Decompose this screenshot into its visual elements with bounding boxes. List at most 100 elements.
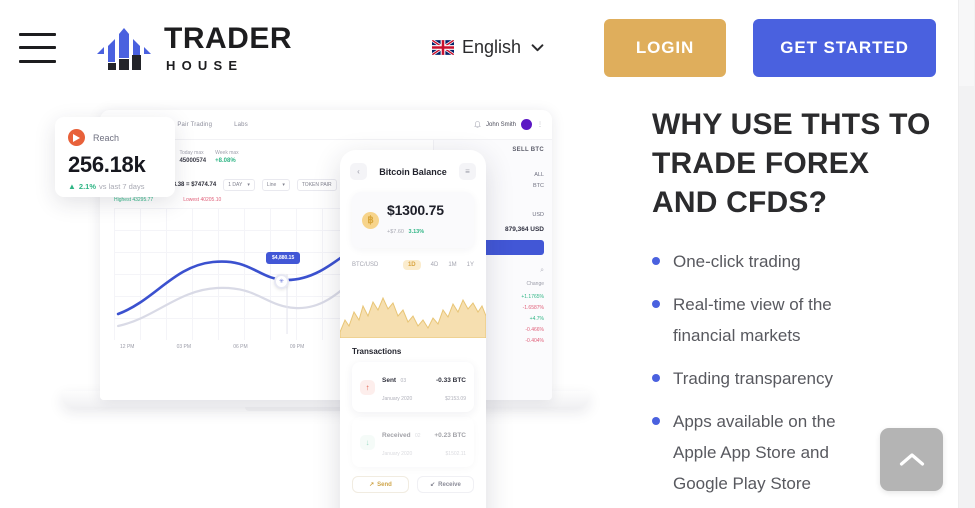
chevron-left-icon[interactable]: ‹ xyxy=(350,163,367,180)
phone-pair-label: BTC/USD xyxy=(352,262,379,268)
language-label: English xyxy=(461,37,521,57)
x-tick: 06 PM xyxy=(233,344,248,350)
send-button[interactable]: ↗ Send xyxy=(352,476,409,493)
phone-balance-card: ฿ $1300.75 +$7.60 3.13% xyxy=(352,192,474,248)
bullet-icon xyxy=(652,417,660,425)
chart-highest-label: Highest xyxy=(114,197,131,203)
transaction-fiat: $1502.11 xyxy=(445,451,466,457)
week-max-stat: Week max +8.08% xyxy=(215,150,239,167)
phone-balance-pct: 3.13% xyxy=(408,229,425,235)
cell-change: +1.1765% xyxy=(521,293,544,300)
side-tab-btc[interactable]: BTC xyxy=(533,183,544,189)
week-max-value: +8.08% xyxy=(215,158,236,165)
phone-mockup: ‹ Bitcoin Balance ≡ ฿ $1300.75 +$7.60 3.… xyxy=(340,150,486,508)
more-vertical-icon[interactable]: ⋮ xyxy=(537,121,543,128)
cell-change: -0.404% xyxy=(525,337,544,344)
phone-range-1d[interactable]: 1D xyxy=(402,260,421,270)
list-item[interactable]: ↑ Sent 03 January 2020 -0.33 BTC $2153.0… xyxy=(352,362,474,412)
dashboard-nav-item[interactable]: Labs xyxy=(234,122,248,128)
today-max-value: 45000574 xyxy=(179,158,207,165)
reach-card-header: Reach xyxy=(68,129,162,146)
x-tick: 09 PM xyxy=(289,344,305,350)
hamburger-menu-icon[interactable] xyxy=(19,32,56,63)
arrow-down-icon: ↓ xyxy=(360,434,375,450)
chevron-down-icon: ▾ xyxy=(282,182,285,188)
list-item: One-click trading xyxy=(652,246,938,277)
dashboard-user[interactable]: John Smith ⋮ xyxy=(474,119,543,130)
reach-card-value: 256.18k xyxy=(68,152,146,177)
product-visual: FIAT Pair Trading Labs John Smith ⋮ xyxy=(0,95,625,508)
hamburger-bar xyxy=(19,32,56,36)
arrow-up-icon: ↑ xyxy=(360,379,375,395)
list-item: Real-time view of the financial markets xyxy=(652,289,938,351)
chevron-down-icon: ▾ xyxy=(247,182,250,188)
page-title: WHY USE THTS TO TRADE FOREX AND CFDS? xyxy=(652,108,931,219)
side-tab-usd[interactable]: USD xyxy=(532,212,544,218)
receive-label: Receive xyxy=(438,481,461,488)
scrollbar-thumb[interactable] xyxy=(959,0,974,86)
feature-label: Apps available on the Apple App Store an… xyxy=(673,412,836,493)
page-scrollbar[interactable] xyxy=(958,0,975,508)
phone-chart-area xyxy=(340,296,486,338)
page-root: TRADER HOUSE English LOGIN GET STARTED P… xyxy=(0,0,975,508)
phone-header: ‹ Bitcoin Balance ≡ xyxy=(340,150,486,189)
get-started-button[interactable]: GET STARTED xyxy=(753,18,936,77)
chart-type-select[interactable]: Line ▾ xyxy=(261,179,290,191)
bullet-icon xyxy=(652,374,660,382)
today-max-stat: Today max 45000574 xyxy=(179,150,206,167)
list-icon[interactable]: ≡ xyxy=(459,163,476,180)
send-label: Send xyxy=(377,481,392,488)
reach-play-icon xyxy=(68,129,85,146)
hamburger-bar xyxy=(19,59,56,63)
phone-balance-delta: +$7.60 xyxy=(387,229,404,235)
phone-range-4d[interactable]: 4D xyxy=(431,262,439,268)
receive-button[interactable]: ↙ Receive xyxy=(417,476,474,493)
reach-delta-note: vs last 7 days xyxy=(99,182,145,191)
feature-label: Real-time view of the financial markets xyxy=(673,295,832,345)
chevron-up-icon xyxy=(899,453,924,466)
reach-stat-card: Reach 256.18k ▲ 2.1% vs last 7 days xyxy=(55,117,175,197)
trader-house-logo-icon xyxy=(97,27,151,70)
x-tick: 12 PM xyxy=(120,344,135,350)
side-tab-all[interactable]: ALL xyxy=(534,172,544,178)
brand-name: TRADER xyxy=(164,21,292,55)
dashboard-nav-item[interactable]: Pair Trading xyxy=(177,122,212,128)
user-avatar[interactable] xyxy=(521,119,532,130)
site-header: TRADER HOUSE English LOGIN GET STARTED xyxy=(0,0,958,95)
list-item[interactable]: ↓ Received 02 January 2020 +0.23 BTC $15… xyxy=(352,417,474,467)
chart-handle[interactable]: ✳ xyxy=(274,274,289,289)
phone-actions: ↗ Send ↙ Receive xyxy=(352,476,474,493)
col-change: Change xyxy=(526,281,544,287)
scroll-to-top-button[interactable] xyxy=(880,428,943,491)
cell-change: -0.466% xyxy=(525,326,544,333)
chart-lowest-label: Lowest xyxy=(183,197,200,203)
uk-flag-icon xyxy=(431,40,454,55)
chart-token-select[interactable]: TOKEN PAIR xyxy=(296,179,337,191)
chart-lowest-value: 40205.10 xyxy=(200,197,222,203)
phone-range-1m[interactable]: 1M xyxy=(448,262,456,268)
chart-range-select[interactable]: 1 DAY ▾ xyxy=(223,179,255,191)
x-tick: 03 PM xyxy=(176,344,192,350)
login-button[interactable]: LOGIN xyxy=(604,18,726,77)
transaction-name: Sent xyxy=(382,377,397,384)
cell-change: +4.7% xyxy=(529,315,544,322)
hamburger-bar xyxy=(19,46,56,49)
bitcoin-icon: ฿ xyxy=(362,211,379,229)
hero-section: FIAT Pair Trading Labs John Smith ⋮ xyxy=(0,95,958,508)
dashboard-username: John Smith xyxy=(485,121,516,128)
phone-balance-amount: $1300.75 xyxy=(387,202,444,218)
feature-label: Trading transparency xyxy=(673,369,834,388)
bullet-icon xyxy=(652,300,660,308)
phone-title: Bitcoin Balance xyxy=(379,166,447,177)
reach-card-title: Reach xyxy=(93,132,120,143)
chart-type-value: Line xyxy=(266,182,277,188)
reach-delta-value: 2.1% xyxy=(78,182,97,191)
bullet-icon xyxy=(652,257,660,265)
reach-card-delta: ▲ 2.1% vs last 7 days xyxy=(68,182,162,191)
chart-lowest: Lowest 40205.10 xyxy=(183,197,221,203)
language-selector[interactable]: English xyxy=(431,37,544,58)
phone-price-chart xyxy=(340,276,486,338)
phone-range-1y[interactable]: 1Y xyxy=(467,262,474,268)
chart-token-value: TOKEN PAIR xyxy=(301,182,332,188)
brand-logo[interactable]: TRADER HOUSE xyxy=(95,21,292,72)
